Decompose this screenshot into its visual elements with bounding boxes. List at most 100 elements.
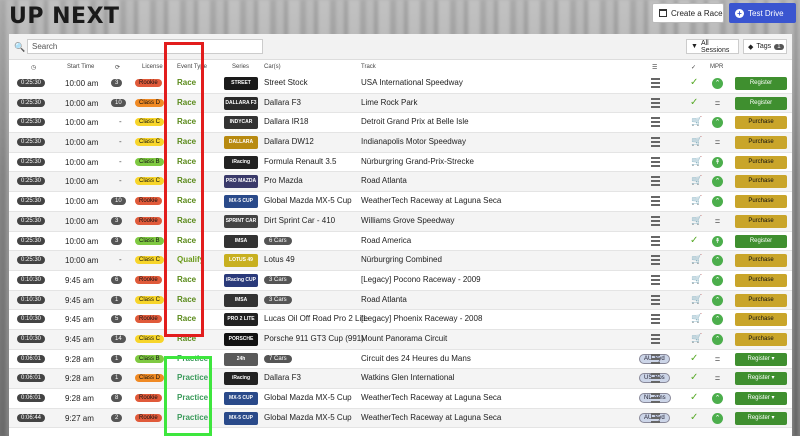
register-button[interactable]: Register	[735, 234, 787, 248]
details-icon[interactable]	[651, 412, 660, 423]
purchase-button[interactable]: Purchase	[735, 293, 787, 307]
all-sessions-filter[interactable]: ▼ All Sessions	[686, 39, 739, 54]
purchase-button[interactable]: Purchase	[735, 175, 787, 189]
table-row[interactable]: 0:25:30 10:00 am - Class C Race INDYCAR Dallar…	[9, 113, 792, 134]
table-row[interactable]: 0:10:30 9:45 am 14 Class C Race PORSCHE Porsch…	[9, 329, 792, 350]
table-row[interactable]: 0:06:44 9:27 am 2 Rookie Practice MX-5 CUP Glo…	[9, 408, 792, 429]
cart-icon[interactable]: 🛒	[691, 156, 702, 167]
table-row[interactable]: 0:10:30 9:45 am 1 Class C Race IMSA 3 Cars Road…	[9, 290, 792, 311]
purchase-button[interactable]: Purchase	[735, 313, 787, 327]
register-button[interactable]: Register	[735, 77, 787, 90]
series-logo[interactable]: PRO MAZDA	[224, 175, 258, 189]
purchase-button[interactable]: Purchase	[735, 332, 787, 346]
mpr-up-icon: ⌃	[712, 78, 723, 89]
details-icon[interactable]	[651, 137, 660, 148]
details-icon[interactable]	[651, 215, 660, 226]
series-logo[interactable]: SPRINT CAR	[224, 214, 258, 228]
table-row[interactable]: 0:25:3010:00 am-Class CRaceDALLARA DASHD…	[9, 133, 792, 153]
details-icon[interactable]	[651, 294, 660, 305]
details-icon[interactable]	[651, 176, 660, 187]
cars-count-badge[interactable]: 3 Cars	[264, 275, 292, 284]
details-icon[interactable]	[651, 255, 660, 266]
register-button[interactable]: Register	[735, 96, 787, 110]
details-icon[interactable]	[651, 353, 660, 364]
purchase-button[interactable]: Purchase	[735, 254, 787, 268]
series-logo[interactable]: MX-5 CUP	[224, 392, 258, 405]
details-icon[interactable]	[651, 274, 660, 285]
mpr-double-up-icon: ↟	[712, 156, 723, 168]
purchase-button[interactable]: Purchase	[735, 273, 787, 287]
cars-count-badge[interactable]: 3 Cars	[264, 295, 292, 304]
series-logo[interactable]: iRacing FORMULA 3	[224, 372, 258, 386]
header-license[interactable]: License	[142, 64, 163, 70]
table-row[interactable]: 0:25:30 10:00 am 10 Class D Race DALLARA F3 Da…	[9, 93, 792, 114]
header-start-time[interactable]: Start Time	[67, 64, 94, 70]
register-button[interactable]: Register ▾	[735, 411, 787, 425]
cart-icon[interactable]: 🛒	[691, 195, 702, 206]
series-logo[interactable]: MX-5 CUP	[224, 411, 258, 425]
purchase-button[interactable]: Purchase	[735, 214, 787, 228]
cart-icon[interactable]: 🛒	[691, 254, 702, 265]
series-logo[interactable]: 24h	[224, 352, 258, 366]
table-row[interactable]: 0:06:01 9:28 am 1 Class B Practice 24h 7 Cars C…	[9, 350, 792, 370]
create-race-button[interactable]: Create a Race	[652, 3, 724, 23]
details-icon[interactable]	[651, 235, 660, 246]
series-logo[interactable]: INDYCAR	[224, 116, 258, 130]
series-logo[interactable]: PRO 2 LITE	[224, 313, 258, 327]
details-icon[interactable]	[651, 117, 660, 128]
table-row[interactable]: 0:06:01 9:28 am 8 Rookie Practice MX-5 CUP Glo…	[9, 389, 792, 409]
details-icon[interactable]	[651, 373, 660, 384]
table-row[interactable]: 0:25:30 10:00 am - Class C Race PRO MAZDA Pro …	[9, 172, 792, 193]
purchase-button[interactable]: Purchase	[735, 155, 787, 169]
cart-icon[interactable]: 🛒	[691, 116, 702, 127]
details-icon[interactable]	[651, 156, 660, 167]
register-button[interactable]: Register ▾	[735, 372, 787, 386]
register-button[interactable]: Register ▾	[735, 352, 787, 366]
search-input[interactable]: Search	[27, 39, 263, 54]
cart-icon[interactable]: 🛒	[691, 136, 702, 147]
header-cars[interactable]: Car(s)	[264, 64, 281, 70]
cart-icon[interactable]: 🛒	[691, 333, 702, 344]
details-icon[interactable]	[651, 97, 660, 108]
purchase-button[interactable]: Purchase	[735, 116, 787, 130]
series-logo[interactable]: LOTUS 49	[224, 254, 258, 268]
cart-icon[interactable]: 🛒	[691, 175, 702, 186]
table-row[interactable]: 0:25:30 10:00 am - Class C Qualify LOTUS 49 Lo…	[9, 251, 792, 271]
test-drive-button[interactable]: + Test Drive	[729, 3, 796, 23]
cars-count-badge[interactable]: 7 Cars	[264, 354, 292, 363]
series-logo[interactable]: MX-5 CUP	[224, 195, 258, 209]
series-logo[interactable]: IMSA	[224, 293, 258, 307]
header-mpr[interactable]: MPR	[710, 64, 723, 70]
series-logo[interactable]: IMSA	[224, 234, 258, 248]
details-icon[interactable]	[651, 196, 660, 207]
series-logo[interactable]: PORSCHE	[224, 332, 258, 346]
table-row[interactable]: 0:25:30 10:00 am 10 Rookie Race MX-5 CUP Globa…	[9, 192, 792, 212]
series-logo[interactable]: STREET STOCK	[224, 77, 258, 90]
details-icon[interactable]	[651, 333, 660, 344]
details-icon[interactable]	[651, 78, 660, 88]
series-logo[interactable]: DALLARA F3	[224, 96, 258, 110]
series-logo[interactable]: DALLARA DASH	[224, 136, 258, 150]
table-row[interactable]: 0:10:30 9:45 am 5 Rookie Race PRO 2 LITE Lucas…	[9, 310, 792, 330]
series-logo[interactable]: iRacing FORMULA 3.5	[224, 155, 258, 169]
register-button[interactable]: Register ▾	[735, 392, 787, 405]
series-logo[interactable]: iRacing CUP	[224, 273, 258, 287]
tags-filter[interactable]: ◆ Tags 1	[743, 39, 787, 54]
table-row[interactable]: 0:25:30 10:00 am 3 Rookie Race SPRINT CAR Dirt…	[9, 211, 792, 232]
purchase-button[interactable]: Purchase	[735, 136, 787, 150]
cars-count-badge[interactable]: 6 Cars	[264, 236, 292, 245]
details-icon[interactable]	[651, 314, 660, 325]
table-row[interactable]: 0:25:30 10:00 am - Class B Race iRacing FORMU…	[9, 153, 792, 173]
cart-icon[interactable]: 🛒	[691, 294, 702, 305]
cart-icon[interactable]: 🛒	[691, 313, 702, 324]
table-row[interactable]: 0:25:3010:00 am3RookieRaceSTREET STOCKSt…	[9, 74, 792, 94]
table-row[interactable]: 0:10:30 9:45 am 6 Rookie Race iRacing CUP 3 Ca…	[9, 271, 792, 291]
header-track[interactable]: Track	[361, 64, 376, 70]
header-series[interactable]: Series	[232, 64, 249, 70]
purchase-button[interactable]: Purchase	[735, 195, 787, 209]
table-row[interactable]: 0:06:019:28 am1Class DPracticeiRacing FO…	[9, 369, 792, 389]
cart-icon[interactable]: 🛒	[691, 274, 702, 285]
cart-icon[interactable]: 🛒	[691, 215, 702, 226]
details-icon[interactable]	[651, 393, 660, 403]
table-row[interactable]: 0:25:30 10:00 am 3 Class B Race IMSA 6 Cars Roa…	[9, 232, 792, 252]
